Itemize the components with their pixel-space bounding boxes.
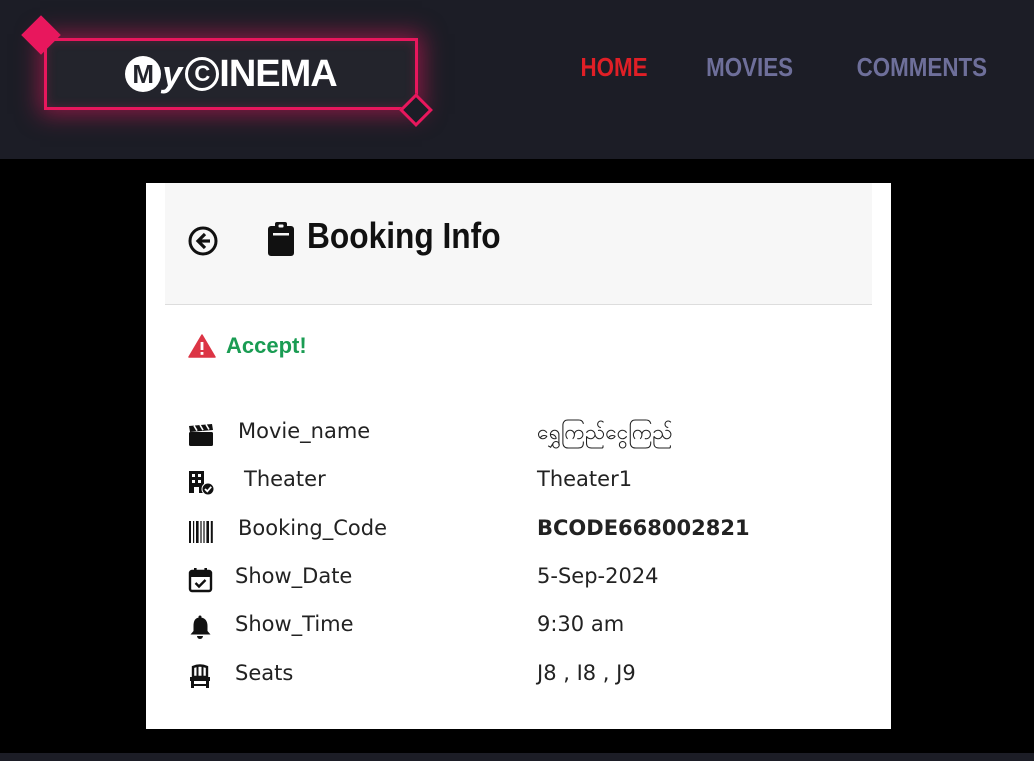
logo[interactable]: M y C INEMA — [44, 38, 418, 110]
seats-value: J8 , I8 , J9 — [537, 661, 636, 685]
barcode-icon — [189, 521, 213, 543]
theater-value: Theater1 — [537, 467, 633, 491]
logo-letter-m: M — [125, 56, 162, 92]
show-time-value: 9:30 am — [537, 612, 625, 636]
nav-comments[interactable]: COMMENTS — [857, 52, 987, 83]
footer-strip — [0, 753, 1034, 761]
clapperboard-icon — [189, 424, 213, 446]
row-label: Theater — [244, 467, 326, 491]
row-label: Seats — [235, 661, 294, 685]
status-badge: Accept! — [188, 333, 307, 359]
page-title: Booking Info — [307, 215, 501, 256]
booking-code-value: BCODE668002821 — [537, 516, 750, 540]
row-label: Show_Time — [235, 612, 354, 636]
row-label: Movie_name — [238, 419, 371, 443]
row-label: Booking_Code — [238, 516, 387, 540]
logo-letter-c: C — [185, 57, 220, 91]
booking-info-card: Booking Info Accept! Movie_name ရွှေကြည်… — [146, 183, 891, 729]
calendar-check-icon — [188, 568, 213, 593]
main-nav: HOME MOVIES COMMENTS — [575, 52, 998, 83]
row-label: Show_Date — [235, 564, 353, 588]
movie-name-value: ရွှေကြည်ငွေကြည် — [537, 420, 673, 444]
list-item: Show_Date 5-Sep-2024 — [188, 564, 868, 594]
logo-mark: M y C — [125, 53, 220, 95]
show-date-value: 5-Sep-2024 — [537, 564, 659, 588]
bell-icon — [190, 615, 211, 639]
list-item: Movie_name ရွှေကြည်ငွေကြည် — [188, 419, 868, 449]
logo-word: INEMA — [219, 52, 337, 95]
nav-home[interactable]: HOME — [581, 52, 648, 83]
logo-text: M y C INEMA — [47, 41, 415, 107]
list-item: Show_Time 9:30 am — [188, 612, 868, 642]
list-item: Seats J8 , I8 , J9 — [188, 661, 868, 691]
status-text: Accept! — [226, 333, 307, 358]
warning-triangle-icon — [188, 334, 216, 358]
theater-building-icon — [189, 471, 214, 496]
nav-movies[interactable]: MOVIES — [706, 52, 793, 83]
card-header: Booking Info — [165, 183, 872, 305]
list-item: Theater Theater1 — [188, 467, 868, 497]
site-header: M y C INEMA HOME MOVIES COMMENTS — [0, 0, 1034, 159]
list-item: Booking_Code BCODE668002821 — [188, 516, 868, 546]
logo-letter-y: y — [162, 53, 183, 94]
arrow-left-circle-icon[interactable] — [187, 225, 219, 257]
chair-icon — [190, 664, 210, 688]
clipboard-icon — [268, 222, 294, 256]
